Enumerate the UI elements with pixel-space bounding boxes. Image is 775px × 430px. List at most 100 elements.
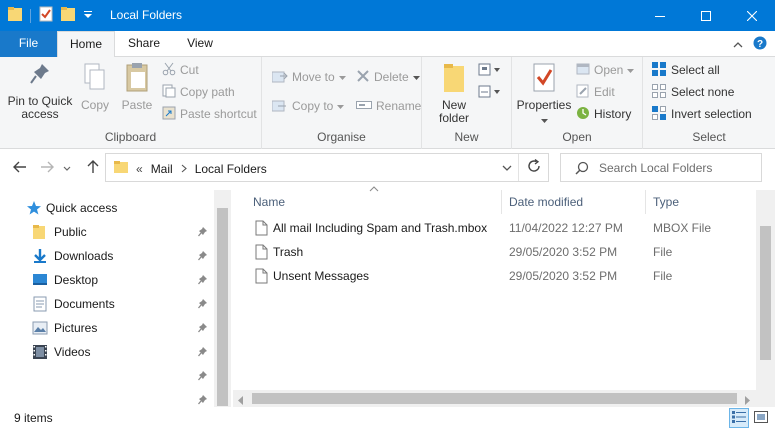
column-divider[interactable] — [645, 190, 646, 214]
tab-home[interactable]: Home — [57, 31, 115, 58]
nav-item-videos[interactable]: Videos — [0, 340, 214, 364]
file-date: 29/05/2020 3:52 PM — [509, 245, 618, 259]
details-view-button[interactable] — [729, 408, 749, 428]
large-icons-view-button[interactable] — [751, 408, 771, 428]
column-divider[interactable] — [501, 190, 502, 214]
chevron-right-icon[interactable] — [181, 162, 187, 176]
search-box[interactable] — [560, 153, 762, 182]
nav-item-documents[interactable]: Documents — [0, 292, 214, 316]
rename-button[interactable]: Rename — [356, 96, 421, 116]
open-file-icon — [576, 62, 590, 79]
dropdown-arrow-icon — [338, 70, 346, 84]
address-history-button[interactable] — [502, 161, 512, 175]
file-type: File — [653, 269, 673, 283]
vertical-scrollbar-thumb[interactable] — [760, 226, 771, 360]
file-icon — [255, 268, 268, 287]
pin-icon[interactable] — [198, 298, 208, 313]
scrollbar-corner — [756, 390, 775, 407]
cut-button[interactable]: Cut — [162, 60, 199, 80]
nav-label: Pictures — [54, 321, 98, 335]
pin-icon[interactable] — [198, 370, 208, 385]
properties-button[interactable]: Properties — [516, 61, 572, 127]
new-item-button[interactable] — [478, 61, 502, 81]
copy-to-label: Copy to — [292, 99, 334, 113]
paste-shortcut-label: Paste shortcut — [180, 107, 257, 121]
new-item-icon — [478, 63, 502, 80]
nav-quick-access[interactable]: Quick access — [0, 196, 214, 220]
tab-share[interactable]: Share — [118, 31, 170, 57]
file-list-horizontal-scrollbar[interactable] — [233, 390, 756, 407]
minimize-button[interactable] — [637, 0, 683, 31]
dropdown-arrow-icon — [516, 114, 572, 127]
copy-to-button[interactable]: Copy to — [271, 96, 345, 116]
nav-label: Public — [54, 225, 87, 239]
tab-view[interactable]: View — [174, 31, 226, 57]
copy-path-button[interactable]: Copy path — [162, 82, 235, 102]
nav-scrollbar[interactable] — [214, 190, 231, 408]
history-button[interactable]: History — [576, 104, 631, 124]
paste-shortcut-button[interactable]: Paste shortcut — [162, 104, 257, 124]
maximize-button[interactable] — [683, 0, 729, 31]
easy-access-button[interactable] — [478, 83, 502, 103]
move-to-button[interactable]: Move to — [271, 67, 346, 87]
file-list-vertical-scrollbar[interactable] — [756, 190, 775, 390]
delete-button[interactable]: Delete — [356, 67, 420, 87]
horizontal-scrollbar-thumb[interactable] — [252, 393, 737, 404]
new-folder-button[interactable]: New folder — [432, 61, 476, 125]
scroll-left-icon[interactable] — [238, 394, 244, 408]
invert-selection-label: Invert selection — [671, 107, 752, 121]
customize-toolbar-icon[interactable] — [83, 9, 93, 23]
chevron-down-icon — [63, 161, 71, 175]
dropdown-arrow-icon — [627, 63, 635, 77]
dropdown-arrow-icon — [412, 70, 420, 84]
table-row[interactable]: Trash 29/05/2020 3:52 PM File — [233, 240, 755, 264]
nav-label: Videos — [54, 345, 91, 359]
address-bar[interactable]: « Mail Local Folders — [105, 153, 549, 182]
select-all-button[interactable]: Select all — [651, 60, 720, 80]
pin-label: Pin to Quick access — [7, 94, 73, 121]
breadcrumb-local-folders[interactable]: Local Folders — [195, 162, 267, 176]
new-folder-quick-icon[interactable] — [61, 6, 75, 25]
back-button[interactable] — [10, 158, 30, 178]
properties-quick-icon[interactable] — [39, 6, 53, 25]
ribbon-controls: ? — [733, 36, 767, 53]
file-date: 29/05/2020 3:52 PM — [509, 269, 618, 283]
forward-button[interactable] — [37, 158, 57, 178]
refresh-button[interactable] — [518, 154, 548, 181]
move-to-label: Move to — [292, 70, 335, 84]
tab-file[interactable]: File — [0, 31, 57, 57]
file-icon — [255, 220, 268, 239]
table-row[interactable]: All mail Including Spam and Trash.mbox 1… — [233, 216, 755, 240]
breadcrumb-mail[interactable]: Mail — [151, 162, 173, 176]
invert-selection-button[interactable]: Invert selection — [651, 104, 752, 124]
pin-to-quick-access-button[interactable]: Pin to Quick access — [4, 61, 76, 121]
file-icon — [255, 244, 268, 263]
nav-item-pictures[interactable]: Pictures — [0, 316, 214, 340]
pin-icon[interactable] — [198, 346, 208, 361]
nav-item-desktop[interactable]: Desktop — [0, 268, 214, 292]
select-none-button[interactable]: Select none — [651, 82, 734, 102]
nav-item-downloads[interactable]: Downloads — [0, 244, 214, 268]
pin-icon[interactable] — [198, 250, 208, 265]
breadcrumb-overflow[interactable]: « — [136, 162, 143, 176]
quick-access-toolbar — [8, 6, 93, 25]
pin-icon[interactable] — [198, 274, 208, 289]
new-folder-icon — [442, 61, 466, 95]
nav-item-public[interactable]: Public — [0, 220, 214, 244]
paste-button[interactable]: Paste — [118, 61, 156, 112]
recent-locations-button[interactable] — [60, 158, 74, 178]
table-row[interactable]: Unsent Messages 29/05/2020 3:52 PM File — [233, 264, 755, 288]
pin-icon[interactable] — [198, 226, 208, 241]
scroll-right-icon[interactable] — [745, 394, 751, 408]
up-button[interactable] — [83, 158, 103, 178]
open-button[interactable]: Open — [576, 60, 635, 80]
nav-scrollbar-thumb[interactable] — [217, 208, 228, 406]
close-button[interactable] — [729, 0, 775, 31]
help-icon[interactable]: ? — [753, 36, 767, 53]
search-input[interactable] — [599, 158, 757, 178]
chevron-up-icon[interactable] — [733, 38, 743, 52]
copy-button[interactable]: Copy — [78, 61, 112, 112]
nav-label: Quick access — [46, 201, 118, 215]
edit-button[interactable]: Edit — [576, 82, 615, 102]
pin-icon[interactable] — [198, 322, 208, 337]
